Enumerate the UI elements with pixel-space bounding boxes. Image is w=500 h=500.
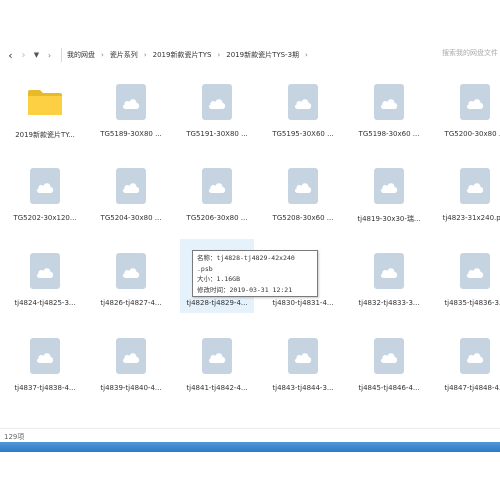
cloud-file-icon — [374, 338, 404, 374]
file-name: tj4832-tj4833-3... — [358, 299, 420, 307]
cloud-file-icon — [30, 338, 60, 374]
search-input[interactable]: 搜索我的网盘文件 — [442, 48, 498, 58]
file-name: TG5200-30x80 ... — [444, 130, 500, 138]
dropdown-caret-icon[interactable]: ▼ — [30, 47, 43, 63]
file-info-tooltip: 名称：tj4828-tj4829-42x240 .psb 大小：1.16GB 修… — [192, 250, 318, 297]
file-name: tj4837-tj4838-4... — [14, 384, 76, 392]
cloud-file-icon — [116, 168, 146, 204]
file-item[interactable]: tj4823-31x240.p... — [438, 154, 500, 228]
chevron-right-icon[interactable]: › — [43, 47, 56, 63]
cloud-file-icon — [460, 168, 490, 204]
file-name: tj4828-tj4829-4... — [186, 299, 248, 307]
file-item[interactable]: tj4845-tj4846-4... — [352, 324, 426, 398]
file-name: tj4823-31x240.p... — [442, 214, 500, 222]
file-name: TG5191-30X80 ... — [186, 130, 248, 138]
breadcrumb-chevron-icon[interactable]: › — [305, 51, 308, 59]
file-item[interactable]: TG5206-30x80 ... — [180, 154, 254, 228]
tooltip-name: 名称：tj4828-tj4829-42x240 — [197, 254, 295, 262]
toolbar-divider — [61, 48, 62, 62]
file-item[interactable]: TG5195-30X60 ... — [266, 70, 340, 144]
cloud-file-icon — [374, 84, 404, 120]
file-item[interactable]: TG5202-30x120... — [8, 154, 82, 228]
file-name: tj4847-tj4848-4... — [444, 384, 500, 392]
back-arrow-icon[interactable]: ‹ — [4, 47, 17, 63]
file-item[interactable] — [438, 410, 500, 424]
file-name: tj4845-tj4846-4... — [358, 384, 420, 392]
cloud-file-icon — [460, 253, 490, 289]
file-name: tj4826-tj4827-4... — [100, 299, 162, 307]
file-name: TG5198-30x60 ... — [358, 130, 420, 138]
cloud-file-icon — [460, 84, 490, 120]
file-item[interactable]: tj4819-30x30-瑞... — [352, 154, 426, 228]
breadcrumb-tile-series[interactable]: 瓷片系列 — [110, 50, 138, 60]
file-item[interactable]: TG5204-30x80 ... — [94, 154, 168, 228]
file-item[interactable]: tj4839-tj4840-4... — [94, 324, 168, 398]
folder-item[interactable]: 2019新款瓷片TY... — [8, 70, 82, 144]
file-item[interactable]: tj4835-tj4836-3... — [438, 239, 500, 313]
cloud-file-icon — [288, 84, 318, 120]
file-name: tj4830-tj4831-4... — [272, 299, 334, 307]
item-count: 129项 — [4, 433, 25, 441]
file-item[interactable]: tj4837-tj4838-4... — [8, 324, 82, 398]
file-name: tj4824-tj4825-3... — [14, 299, 76, 307]
file-item[interactable] — [266, 410, 340, 424]
cloud-file-icon — [202, 168, 232, 204]
file-item[interactable]: TG5200-30x80 ... — [438, 70, 500, 144]
file-item[interactable]: tj4843-tj4844-3... — [266, 324, 340, 398]
file-item[interactable]: tj4832-tj4833-3... — [352, 239, 426, 313]
file-item[interactable]: TG5208-30x60 ... — [266, 154, 340, 228]
file-name: tj4819-30x30-瑞... — [357, 215, 421, 223]
cloud-file-icon — [288, 338, 318, 374]
file-name: TG5189-30X80 ... — [100, 130, 162, 138]
file-item[interactable] — [8, 410, 82, 424]
file-name: 2019新款瓷片TY... — [15, 131, 75, 139]
file-item[interactable] — [180, 410, 254, 424]
file-item[interactable]: tj4826-tj4827-4... — [94, 239, 168, 313]
cloud-file-icon — [116, 338, 146, 374]
breadcrumb-chevron-icon: › — [143, 51, 147, 59]
file-name: tj4835-tj4836-3... — [444, 299, 500, 307]
cloud-file-icon — [460, 338, 490, 374]
cloud-file-icon — [202, 338, 232, 374]
cloud-file-icon — [116, 84, 146, 120]
forward-arrow-icon[interactable]: › — [17, 47, 30, 63]
breadcrumb-my-drive[interactable]: 我的网盘 — [67, 50, 95, 60]
file-item[interactable]: tj4841-tj4842-4... — [180, 324, 254, 398]
cloud-file-icon — [374, 168, 404, 204]
breadcrumb: 我的网盘 › 瓷片系列 › 2019新款瓷片TYS › 2019新款瓷片TYS-… — [67, 50, 314, 60]
file-name: TG5202-30x120... — [13, 214, 77, 222]
file-name: tj4839-tj4840-4... — [100, 384, 162, 392]
file-name: TG5206-30x80 ... — [186, 214, 248, 222]
cloud-file-icon — [374, 253, 404, 289]
breadcrumb-2019-tys-phase3[interactable]: 2019新款瓷片TYS-3期 — [226, 50, 299, 60]
file-item[interactable] — [352, 410, 426, 424]
breadcrumb-chevron-icon: › — [217, 51, 221, 59]
file-item[interactable]: TG5189-30X80 ... — [94, 70, 168, 144]
cloud-file-icon — [116, 253, 146, 289]
folder-icon — [27, 88, 63, 116]
file-name: tj4841-tj4842-4... — [186, 384, 248, 392]
file-name: TG5204-30x80 ... — [100, 214, 162, 222]
file-item[interactable] — [94, 410, 168, 424]
file-item[interactable]: TG5191-30X80 ... — [180, 70, 254, 144]
tooltip-modified: 修改时间：2019-03-31 12:21 — [197, 285, 293, 294]
cloud-file-icon — [202, 84, 232, 120]
status-bar: 129项 — [0, 428, 500, 442]
file-name: tj4843-tj4844-3... — [272, 384, 334, 392]
file-item[interactable]: tj4824-tj4825-3... — [8, 239, 82, 313]
address-toolbar: ‹ › ▼ › 我的网盘 › 瓷片系列 › 2019新款瓷片TYS › 2019… — [0, 44, 500, 66]
cloud-file-icon — [288, 168, 318, 204]
breadcrumb-2019-tys[interactable]: 2019新款瓷片TYS — [153, 50, 212, 60]
file-name: TG5195-30X60 ... — [272, 130, 334, 138]
tooltip-name-ext: .psb — [197, 264, 213, 273]
file-grid: 2019新款瓷片TY... TG5189-30X80 ... TG5191-30X8… — [0, 68, 500, 424]
file-item[interactable]: TG5198-30x60 ... — [352, 70, 426, 144]
cloud-file-icon — [30, 168, 60, 204]
cloud-file-icon — [30, 253, 60, 289]
breadcrumb-chevron-icon: › — [101, 51, 104, 59]
tooltip-size: 大小：1.16GB — [197, 275, 240, 283]
bottom-accent-bar — [0, 442, 500, 452]
file-item[interactable]: tj4847-tj4848-4... — [438, 324, 500, 398]
file-name: TG5208-30x60 ... — [272, 214, 334, 222]
